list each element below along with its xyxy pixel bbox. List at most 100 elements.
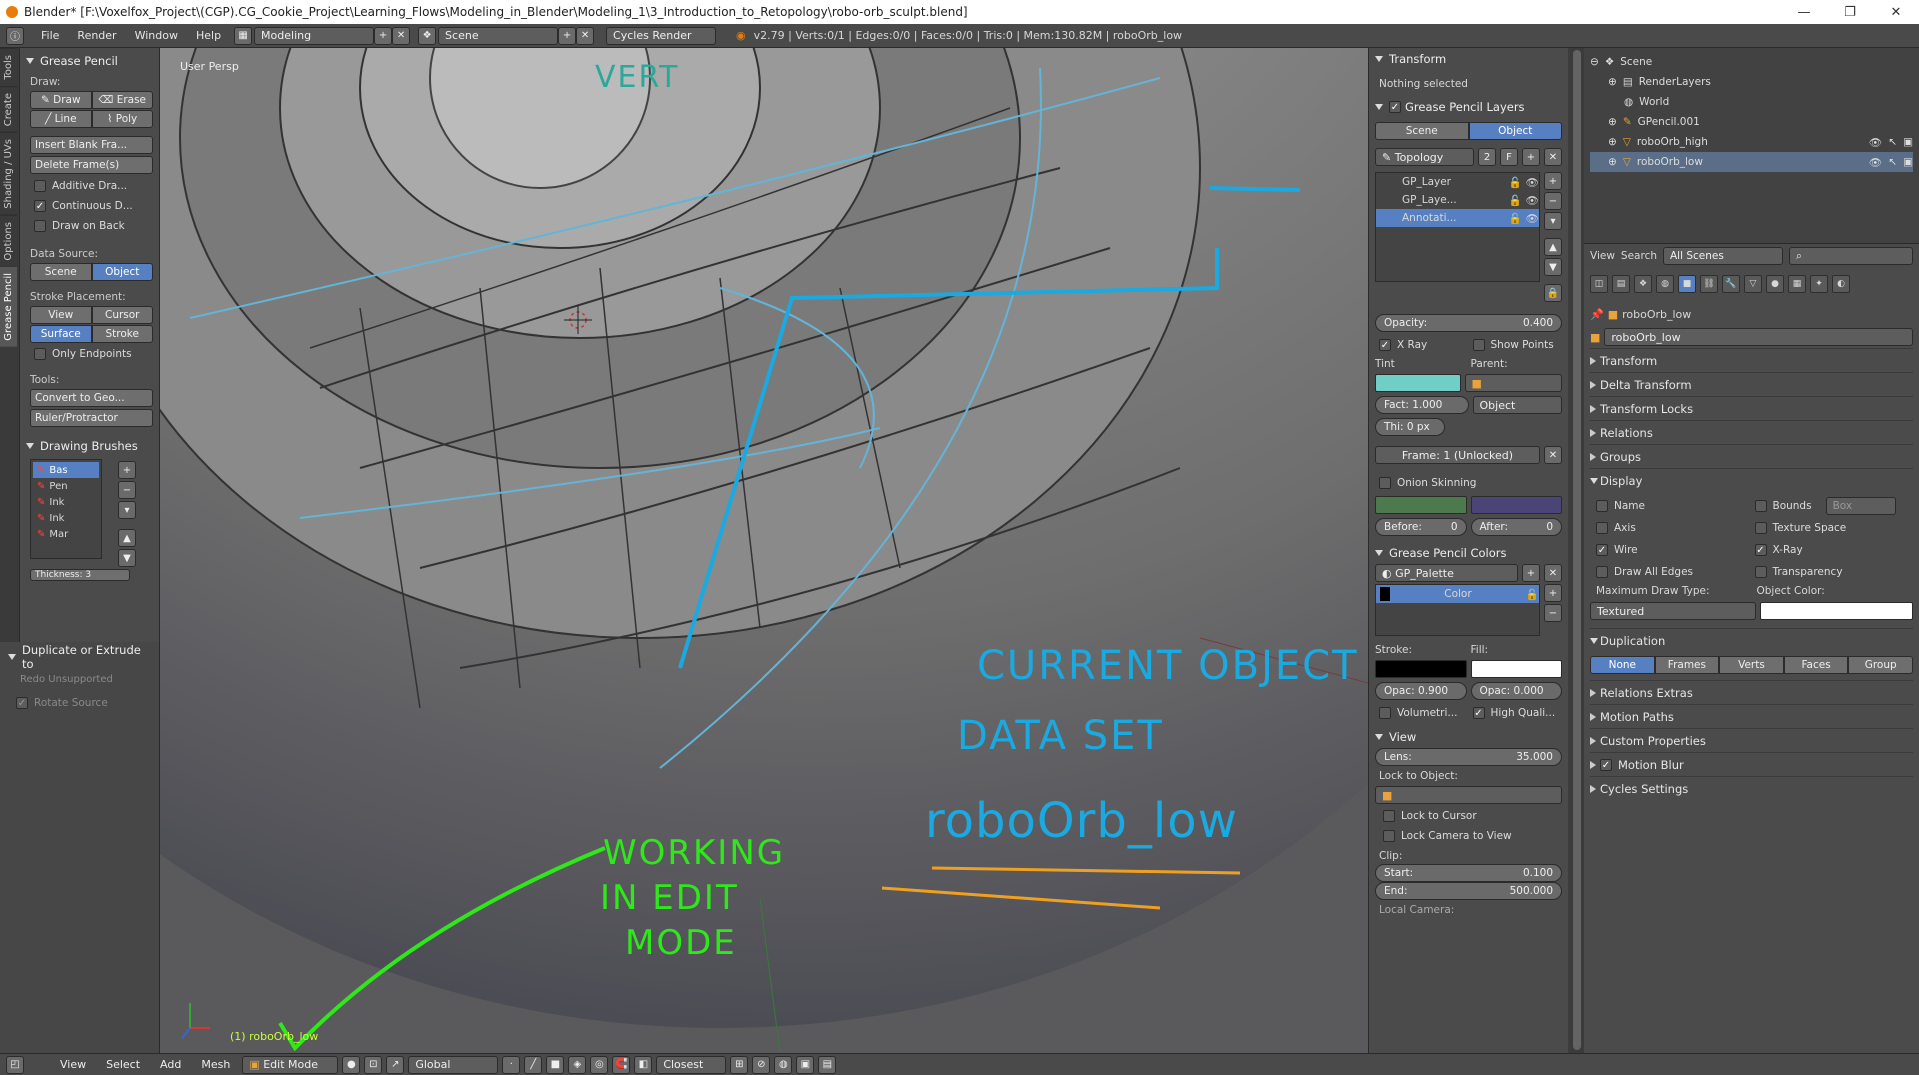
frame-delete-icon[interactable]: ✕ [1544,446,1562,464]
data-source-object[interactable]: Object [91,263,153,281]
tab-tools[interactable]: Tools [0,48,17,86]
outliner-item-renderlayers[interactable]: ⊕ ▤ RenderLayers [1590,72,1913,92]
maximize-button[interactable]: ❐ [1827,0,1873,24]
line-button[interactable]: ╱ Line [30,110,92,128]
clip-end-field[interactable]: End: 500.000 [1375,882,1562,900]
minimize-button[interactable]: — [1781,0,1827,24]
palette-field[interactable]: ◐ GP_Palette [1375,564,1518,582]
checkmark-icon[interactable]: ✓ [1600,758,1612,771]
tint-factor-field[interactable]: Fact: 1.000 [1375,396,1469,414]
editor-type-icon[interactable]: ◰ [6,1055,24,1074]
onion-after-color[interactable] [1470,496,1562,514]
expand-icon[interactable]: ⊕ [1608,76,1617,88]
expand-icon[interactable]: ⊕ [1608,116,1617,128]
outliner-display-mode[interactable]: All Scenes [1663,247,1783,265]
scene-tab-icon[interactable]: ❖ [1634,275,1652,293]
section-motion-paths[interactable]: Motion Paths [1590,704,1913,728]
color-remove-icon[interactable]: − [1544,604,1562,622]
unlink-datablock-icon[interactable]: ✕ [1544,148,1562,166]
brush-item[interactable]: ✎ Ink [33,510,99,526]
scene-selector[interactable]: Scene [438,26,559,45]
display-transparency-toggle[interactable]: Transparency [1754,562,1914,582]
lock-icon[interactable]: 🔓 [1509,194,1522,207]
menu-select[interactable]: Select [98,1058,148,1071]
tab-grease-pencil[interactable]: Grease Pencil [0,266,17,347]
brush-remove-icon[interactable]: − [118,481,136,499]
edge-select-icon[interactable]: ╱ [524,1055,543,1074]
ruler-protractor-button[interactable]: Ruler/Protractor [30,409,153,427]
section-motion-blur[interactable]: ✓ Motion Blur [1590,752,1913,776]
lock-icon[interactable]: 🔓 [1509,176,1522,189]
outliner-view-menu[interactable]: View [1590,250,1615,262]
orientation-selector[interactable]: Global [408,1055,499,1074]
panel-header-gp-layers[interactable]: ✓ Grease Pencil Layers [1375,98,1562,116]
snap-target-selector[interactable]: Closest [656,1055,727,1074]
data-source-scene[interactable]: Scene [30,263,92,281]
fake-user-button[interactable]: F [1500,148,1518,166]
xray-toggle[interactable]: ✓ X Ray [1379,335,1469,355]
render-anim-icon[interactable]: ▤ [818,1055,837,1074]
expand-icon[interactable]: ⊕ [1608,156,1617,168]
cursor-icon[interactable]: ↖ [1888,136,1897,148]
section-relations-extras[interactable]: Relations Extras [1590,680,1913,704]
menu-render[interactable]: Render [68,29,125,42]
menu-file[interactable]: File [32,29,68,42]
material-tab-icon[interactable]: ● [1766,275,1784,293]
brush-menu-icon[interactable]: ▾ [118,501,136,519]
eye-icon[interactable]: 👁 [1526,212,1539,225]
gp-users-count[interactable]: 2 [1478,148,1496,166]
constraints-tab-icon[interactable]: ⛓ [1700,275,1718,293]
thickness-field[interactable]: Thi: 0 px [1375,418,1445,436]
layout-icon[interactable]: ▦ [234,26,253,45]
layer-item[interactable]: GP_Laye... 🔓 👁 [1376,191,1539,209]
erase-button[interactable]: ⌫ Erase [91,91,153,109]
modifiers-tab-icon[interactable]: 🔧 [1722,275,1740,293]
display-name-toggle[interactable]: Name [1596,496,1755,516]
tint-color-swatch[interactable] [1375,374,1461,392]
max-draw-type-select[interactable]: Textured [1590,602,1756,620]
placement-view[interactable]: View [30,306,92,324]
gp-datablock-field[interactable]: ✎ Topology [1375,148,1474,166]
layer-item[interactable]: GP_Layer 🔓 👁 [1376,173,1539,191]
menu-help[interactable]: Help [187,29,230,42]
fill-opacity-field[interactable]: Opac: 0.000 [1470,682,1562,700]
camera-icon[interactable]: ▣ [1903,136,1913,148]
display-bounds-toggle[interactable]: Bounds Box [1754,496,1914,516]
proportional-edit-icon[interactable]: ◎ [590,1055,609,1074]
panel-header-transform[interactable]: Transform [1375,50,1562,68]
snap-element-icon[interactable]: ◧ [634,1055,653,1074]
menu-view[interactable]: View [52,1058,94,1071]
expand-icon[interactable]: ⊕ [1608,136,1617,148]
onion-skinning-toggle[interactable]: Onion Skinning [1379,473,1562,493]
panel-header-view[interactable]: View [1375,728,1562,746]
eye-icon[interactable]: 👁 [1869,156,1882,169]
delete-frames-button[interactable]: Delete Frame(s) [30,156,153,174]
lock-icon[interactable]: 🔓 [1509,212,1522,225]
render-layers-tab-icon[interactable]: ▤ [1612,275,1630,293]
layout-remove-icon[interactable]: ✕ [392,26,411,45]
clip-start-field[interactable]: Start: 0.100 [1375,864,1562,882]
data-tab-icon[interactable]: ▽ [1744,275,1762,293]
section-groups[interactable]: Groups [1590,444,1913,468]
fill-color-swatch[interactable] [1470,660,1562,678]
convert-to-geometry-button[interactable]: Convert to Geo... [30,389,153,407]
volumetric-toggle[interactable]: Volumetri... [1379,703,1469,723]
mode-selector[interactable]: ▣ Edit Mode [242,1055,339,1074]
display-wire-toggle[interactable]: ✓ Wire [1596,540,1755,560]
section-duplication[interactable]: Duplication [1590,628,1913,652]
outliner-search-field[interactable]: ⌕ [1789,247,1913,265]
scene-icon[interactable]: ❖ [418,26,437,45]
dup-verts[interactable]: Verts [1719,656,1784,674]
opacity-slider[interactable]: Opacity: 0.400 [1375,314,1562,332]
brush-add-icon[interactable]: + [118,461,136,479]
layout-selector[interactable]: Modeling [254,26,375,45]
only-endpoints-toggle[interactable]: Only Endpoints [34,344,153,364]
additive-drawing-toggle[interactable]: Additive Dra... [34,176,153,196]
panel-header-grease-pencil[interactable]: Grease Pencil [26,52,153,70]
section-display[interactable]: Display [1590,468,1913,492]
stroke-opacity-field[interactable]: Opac: 0.900 [1375,682,1467,700]
brush-thickness-field[interactable]: Thickness: 3 [30,569,130,581]
dup-frames[interactable]: Frames [1654,656,1720,674]
dup-none[interactable]: None [1590,656,1655,674]
manipulator-icon[interactable]: ↗ [386,1055,405,1074]
